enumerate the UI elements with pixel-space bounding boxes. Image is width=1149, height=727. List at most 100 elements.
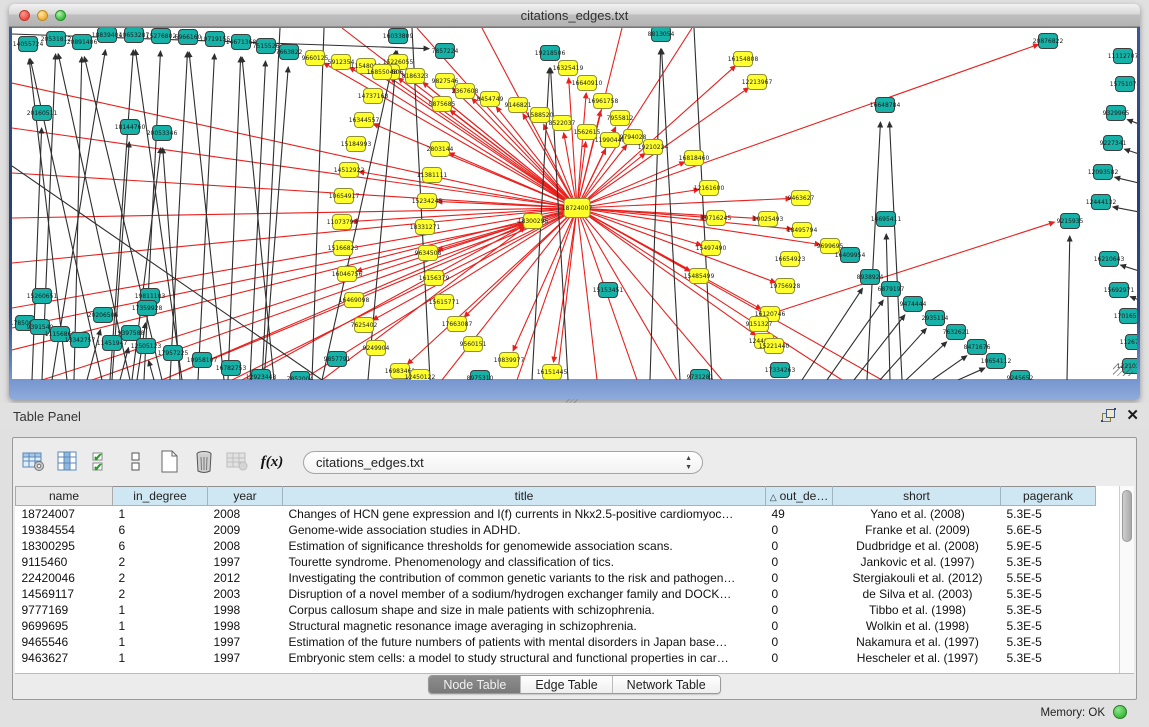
graph-node[interactable]: 15276802 [146, 29, 177, 44]
graph-node[interactable]: 18144760 [115, 120, 146, 135]
graph-node[interactable]: 10025493 [753, 212, 784, 227]
graph-node[interactable]: 10654112 [981, 354, 1012, 369]
citation-edge-black[interactable] [827, 300, 883, 380]
graph-node[interactable]: 11381111 [417, 168, 448, 183]
table-row[interactable]: 1872400712008Changes of HCN gene express… [16, 506, 1096, 522]
citation-edge-red[interactable] [577, 208, 776, 282]
graph-node[interactable]: 9560151 [460, 337, 487, 352]
column-header-pagerank[interactable]: pagerank [1001, 487, 1096, 506]
graph-node[interactable]: 2803144 [427, 142, 454, 157]
graph-node[interactable]: 12093582 [1088, 165, 1119, 180]
graph-node[interactable]: 7632621 [943, 325, 970, 340]
graph-node[interactable]: 7852004 [287, 372, 314, 381]
graph-node[interactable]: 14737168 [358, 89, 389, 104]
graph-node[interactable]: 9474444 [900, 297, 927, 312]
graph-node[interactable]: 11073793 [327, 215, 358, 230]
graph-node[interactable]: 15751074 [1110, 77, 1137, 92]
graph-node[interactable]: 16961758 [588, 94, 619, 109]
graph-node[interactable]: 18724007 [562, 199, 593, 218]
citation-edge-black[interactable] [1115, 177, 1137, 183]
function-builder-icon[interactable]: f(x) [257, 448, 287, 476]
graph-node[interactable]: 2367608 [452, 84, 479, 99]
graph-node[interactable]: 8471676 [964, 340, 991, 355]
graph-node[interactable]: 8522037 [549, 116, 576, 131]
citation-edge-red[interactable] [577, 28, 692, 208]
memory-status-indicator[interactable] [1113, 705, 1127, 719]
graph-node[interactable]: 20053346 [147, 126, 178, 141]
tab-network-table[interactable]: Network Table [613, 676, 720, 693]
citation-edge-black[interactable] [149, 361, 154, 380]
canvas-resize-grip[interactable] [1113, 364, 1133, 376]
graph-node[interactable]: 12161600 [694, 181, 725, 196]
graph-node[interactable]: 6879197 [878, 282, 905, 297]
graph-node[interactable]: 16154808 [728, 52, 759, 67]
graph-node[interactable]: 16151445 [537, 365, 568, 380]
citation-edge-red[interactable] [242, 226, 524, 380]
graph-node[interactable]: 10958107 [187, 353, 218, 368]
graph-node[interactable]: 9227341 [1100, 136, 1127, 151]
table-row[interactable]: 1938455462009Genome-wide association stu… [16, 522, 1096, 538]
graph-node[interactable]: 18495794 [787, 223, 818, 238]
graph-node[interactable]: 12213967 [742, 75, 773, 90]
graph-node[interactable]: 9827546 [432, 74, 459, 89]
graph-node[interactable]: 11267530 [1120, 335, 1137, 350]
column-edit-icon[interactable] [53, 448, 83, 476]
graph-node[interactable]: 7663822 [276, 45, 303, 60]
citation-edge-black[interactable] [958, 368, 985, 380]
column-header-in_degree[interactable]: in_degree [113, 487, 208, 506]
graph-node[interactable]: 16325419 [553, 61, 584, 76]
float-panel-icon[interactable] [1101, 408, 1116, 423]
citation-edge-red[interactable] [12, 128, 577, 208]
graph-node[interactable]: 7955812 [607, 111, 634, 126]
citation-edge-black[interactable] [1124, 149, 1137, 154]
graph-node[interactable]: 10839977 [494, 353, 525, 368]
graph-node[interactable]: 19756928 [770, 279, 801, 294]
graph-node[interactable]: 14512922 [334, 163, 365, 178]
citation-edge-black[interactable] [932, 356, 967, 380]
citation-edge-black[interactable] [854, 315, 905, 380]
graph-node[interactable]: 17334263 [765, 363, 796, 378]
table-row[interactable]: 1456911722003Disruption of a novel membe… [16, 586, 1096, 602]
import-table-icon[interactable] [223, 448, 253, 476]
graph-node[interactable]: 16654923 [775, 252, 806, 267]
network-canvas-area[interactable]: 1405572420531812208914061883940410653287… [12, 27, 1137, 379]
graph-node[interactable]: 7625402 [351, 318, 378, 333]
table-row[interactable]: 977716911998Corpus callosum shape and si… [16, 602, 1096, 618]
graph-node[interactable]: 9151327 [746, 317, 773, 332]
graph-node[interactable]: 16344557 [349, 113, 380, 128]
citation-edge-red[interactable] [577, 208, 597, 380]
graph-node[interactable]: 15184993 [341, 137, 372, 152]
graph-node[interactable]: 6966160 [175, 30, 202, 45]
citation-edge-black[interactable] [889, 122, 902, 380]
citation-edge-black[interactable] [1127, 120, 1137, 124]
graph-node[interactable]: 8813054 [648, 28, 675, 42]
graph-node[interactable]: 9146821 [505, 98, 532, 113]
graph-node[interactable]: 15153451 [593, 283, 624, 298]
graph-node[interactable]: 16033809 [383, 29, 414, 44]
table-row[interactable]: 2242004622012Investigating the contribut… [16, 570, 1096, 586]
graph-node[interactable]: 15692971 [1104, 283, 1135, 298]
graph-node[interactable]: 15166823 [328, 241, 359, 256]
graph-node[interactable]: 20876822 [1033, 34, 1064, 49]
graph-node[interactable]: 8938924 [857, 270, 884, 285]
table-row[interactable]: 946554611997Estimation of the future num… [16, 634, 1096, 650]
network-canvas[interactable]: 1405572420531812208914061883940410653287… [12, 28, 1137, 380]
citation-edge-black[interactable] [228, 57, 241, 380]
column-header-title[interactable]: title [283, 487, 766, 506]
citation-edge-black[interactable] [886, 234, 890, 380]
citation-edge-black[interactable] [1130, 297, 1137, 300]
graph-node[interactable]: 19218506 [535, 46, 566, 61]
citation-edge-black[interactable] [694, 28, 712, 380]
citation-edge-red[interactable] [569, 78, 577, 208]
column-header-short[interactable]: short [833, 487, 1001, 506]
citation-edge-red[interactable] [12, 173, 577, 208]
graph-node[interactable]: 8186323 [402, 69, 429, 84]
graph-node[interactable]: 2935114 [922, 311, 949, 326]
tab-edge-table[interactable]: Edge Table [521, 676, 612, 693]
citation-edge-black[interactable] [170, 52, 187, 380]
citation-edge-red[interactable] [577, 208, 820, 245]
citation-edge-red[interactable] [577, 208, 882, 380]
citation-edge-black[interactable] [32, 128, 42, 380]
graph-node[interactable]: 16156379 [419, 271, 450, 286]
citation-edge-black[interactable] [867, 122, 880, 380]
